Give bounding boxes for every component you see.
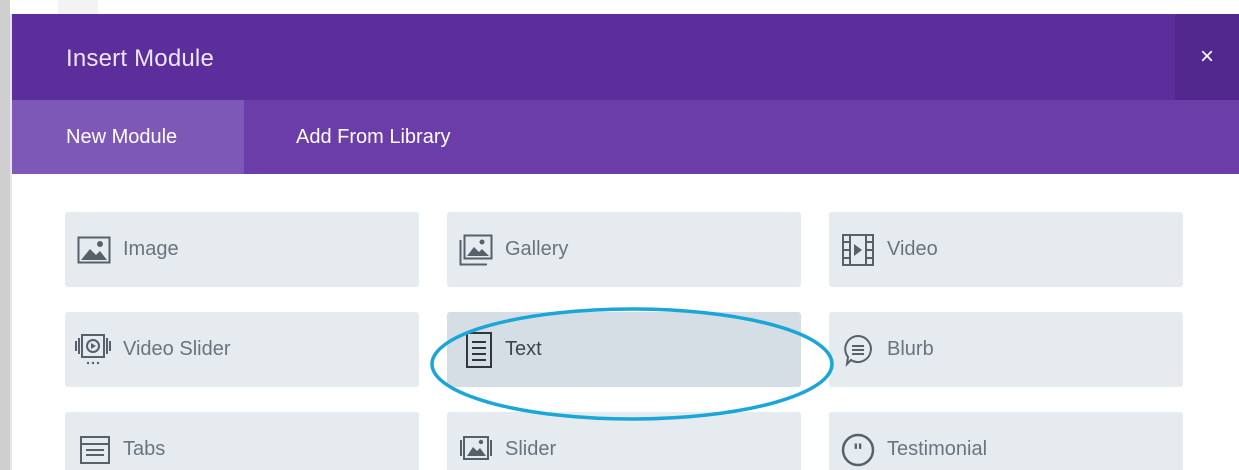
- module-video[interactable]: Video: [829, 212, 1183, 287]
- tabs-icon: [65, 412, 121, 470]
- module-label: Video: [887, 238, 938, 260]
- gallery-icon: [447, 212, 503, 287]
- slider-icon: [447, 412, 503, 470]
- svg-text:": ": [853, 439, 863, 463]
- tab-bar: New Module Add From Library: [12, 100, 1239, 174]
- module-video-slider[interactable]: Video Slider: [65, 312, 419, 387]
- module-image[interactable]: Image: [65, 212, 419, 287]
- modal-header: Insert Module ×: [12, 14, 1239, 100]
- tab-label: New Module: [66, 125, 178, 148]
- page-backdrop-left: [0, 0, 10, 470]
- module-gallery[interactable]: Gallery: [447, 212, 801, 287]
- module-label: Tabs: [123, 438, 166, 460]
- module-label: Gallery: [505, 238, 569, 260]
- module-tabs[interactable]: Tabs: [65, 412, 419, 470]
- modal-title: Insert Module: [66, 45, 215, 72]
- tab-add-from-library[interactable]: Add From Library: [244, 100, 451, 174]
- close-icon: ×: [1199, 43, 1214, 70]
- tab-label: Add From Library: [296, 125, 451, 148]
- text-icon: [447, 312, 503, 387]
- module-label: Slider: [505, 438, 557, 460]
- module-testimonial[interactable]: " Testimonial: [829, 412, 1183, 470]
- testimonial-icon: ": [829, 412, 885, 470]
- video-icon: [829, 212, 885, 287]
- video-slider-icon: [65, 312, 121, 387]
- blurb-icon: [829, 312, 885, 387]
- module-label: Testimonial: [887, 438, 988, 460]
- module-slider[interactable]: Slider: [447, 412, 801, 470]
- module-label: Video Slider: [123, 338, 231, 360]
- module-text[interactable]: Text: [447, 312, 801, 387]
- page-backdrop-top: [10, 0, 1239, 14]
- module-label: Text: [505, 338, 542, 360]
- module-blurb[interactable]: Blurb: [829, 312, 1183, 387]
- close-button[interactable]: ×: [1175, 14, 1239, 100]
- module-label: Blurb: [887, 338, 934, 360]
- image-icon: [65, 212, 121, 287]
- module-label: Image: [123, 238, 179, 260]
- tab-new-module[interactable]: New Module: [12, 100, 244, 174]
- page-backdrop-tab: [58, 0, 98, 14]
